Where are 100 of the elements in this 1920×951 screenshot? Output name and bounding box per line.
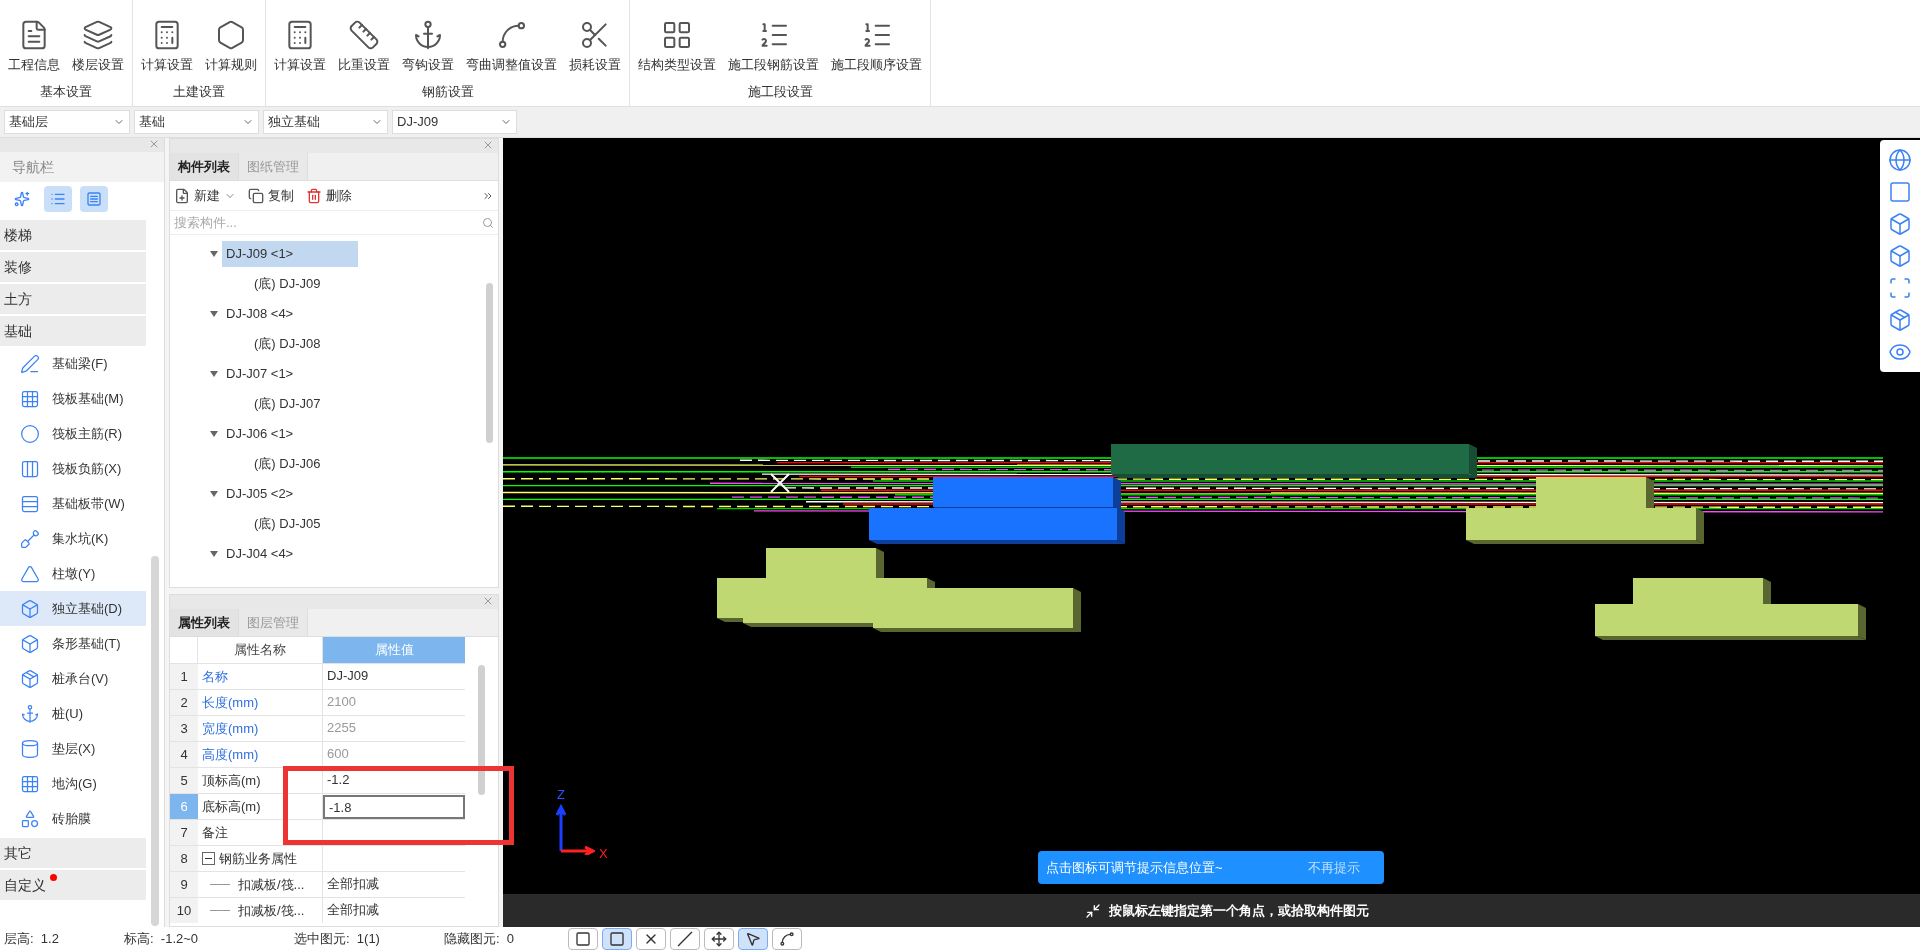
toolbar-button[interactable]: 复制 — [248, 185, 294, 206]
ribbon-button[interactable]: 比重设置 — [334, 18, 394, 74]
tree-item[interactable]: (底) DJ-J09 — [170, 269, 486, 299]
tree-item[interactable]: (底) DJ-J06 — [170, 449, 486, 479]
status-text: 选中图元: 1(1) — [293, 930, 381, 949]
tree-item[interactable]: DJ-J06 <1> — [222, 421, 298, 447]
property-value[interactable]: 全部扣减 — [323, 872, 383, 897]
nav-item[interactable]: 筏板主筋(R) — [0, 416, 146, 451]
nav-item[interactable]: 基础板带(W) — [0, 486, 146, 521]
snap-tool-button[interactable] — [738, 928, 768, 950]
row-number: 4 — [170, 742, 198, 767]
ribbon-button[interactable]: 施工段顺序设置 — [827, 18, 926, 74]
ribbon-button[interactable]: 弯钩设置 — [398, 18, 458, 74]
view-mode-icon[interactable] — [1888, 180, 1912, 204]
scrollbar-thumb[interactable] — [151, 556, 159, 926]
ribbon-button[interactable]: 楼层设置 — [68, 18, 128, 74]
view-toggle[interactable] — [44, 186, 72, 212]
view-toggle[interactable] — [80, 186, 108, 212]
panel-tab[interactable]: 属性列表 — [170, 609, 239, 636]
toolbar-button[interactable]: 新建 — [174, 185, 236, 206]
tree-item[interactable]: DJ-J07 <1> — [222, 361, 298, 387]
snap-tool-button[interactable] — [636, 928, 666, 950]
property-value[interactable]: DJ-J09 — [323, 664, 373, 689]
property-name: 钢筋业务属性 — [219, 849, 297, 868]
snap-icon — [745, 931, 761, 947]
tree-item[interactable]: (底) DJ-J07 — [170, 389, 486, 419]
nav-item[interactable]: 独立基础(D) — [0, 591, 146, 626]
snap-icon — [575, 931, 591, 947]
view-icon — [14, 191, 30, 207]
ribbon-button[interactable]: 弯曲调整值设置 — [462, 18, 561, 74]
ribbon-button[interactable]: 计算设置 — [270, 18, 330, 74]
dropdown[interactable]: DJ-J09 — [392, 110, 517, 134]
close-icon[interactable] — [482, 595, 494, 607]
row-number: 2 — [170, 690, 198, 715]
snap-tool-button[interactable] — [670, 928, 700, 950]
expand-caret-icon[interactable] — [210, 550, 218, 558]
nav-item[interactable]: 桩(U) — [0, 696, 146, 731]
nav-item[interactable]: 桩承台(V) — [0, 661, 146, 696]
nav-item[interactable]: 基础梁(F) — [0, 346, 146, 381]
nav-category[interactable]: 楼梯 — [0, 220, 146, 250]
toolbar-button[interactable]: 删除 — [306, 185, 352, 206]
property-name: 扣减板/筏... — [238, 875, 305, 894]
row-number: 7 — [170, 820, 198, 845]
ribbon-button[interactable]: 计算规则 — [201, 18, 261, 74]
tree-item[interactable]: DJ-J05 <2> — [222, 481, 298, 507]
tree-item[interactable]: (底) DJ-J05 — [170, 509, 486, 539]
nav-item[interactable]: 地沟(G) — [0, 766, 146, 801]
scrollbar-thumb[interactable] — [478, 665, 485, 795]
tree-item[interactable]: DJ-J04 <4> — [222, 541, 298, 567]
expand-caret-icon[interactable] — [210, 250, 218, 258]
view-mode-icon[interactable] — [1888, 308, 1912, 332]
nav-item[interactable]: 筏板基础(M) — [0, 381, 146, 416]
ribbon-button[interactable]: 损耗设置 — [565, 18, 625, 74]
ribbon-button[interactable]: 施工段钢筋设置 — [724, 18, 823, 74]
tree-item[interactable]: DJ-J08 <4> — [222, 301, 298, 327]
nav-item[interactable]: 条形基础(T) — [0, 626, 146, 661]
ribbon-button[interactable]: 计算设置 — [137, 18, 197, 74]
collapse-toggle-icon[interactable] — [202, 852, 215, 865]
dropdown[interactable]: 基础层 — [4, 110, 130, 134]
dropdown[interactable]: 独立基础 — [263, 110, 388, 134]
nav-item[interactable]: 筏板负筋(X) — [0, 451, 146, 486]
view-mode-icon[interactable] — [1888, 148, 1912, 172]
view-mode-icon[interactable] — [1888, 276, 1912, 300]
nav-item[interactable]: 集水坑(K) — [0, 521, 146, 556]
component-icon — [20, 703, 40, 724]
dropdown[interactable]: 基础 — [134, 110, 259, 134]
expand-caret-icon[interactable] — [210, 370, 218, 378]
panel-tab[interactable]: 构件列表 — [170, 153, 239, 180]
property-name: 底标高(m) — [202, 797, 261, 816]
scrollbar-thumb[interactable] — [486, 283, 493, 443]
property-value[interactable]: -1.8 — [323, 794, 465, 819]
nav-category[interactable]: 基础 — [0, 316, 146, 346]
nav-category[interactable]: 其它 — [0, 838, 146, 868]
tree-item[interactable]: (底) DJ-J08 — [170, 329, 486, 359]
snap-tool-button[interactable] — [704, 928, 734, 950]
search-field[interactable]: 搜索构件... — [174, 212, 482, 233]
ribbon-button[interactable]: 工程信息 — [4, 18, 64, 74]
view-mode-icon[interactable] — [1888, 212, 1912, 236]
nav-item[interactable]: 砖胎膜 — [0, 801, 146, 836]
nav-item[interactable]: 垫层(X) — [0, 731, 146, 766]
expand-caret-icon[interactable] — [210, 490, 218, 498]
snap-tool-button[interactable] — [568, 928, 598, 950]
property-value[interactable]: -1.2 — [323, 768, 354, 793]
snap-tool-button[interactable] — [772, 928, 802, 950]
nav-category[interactable]: 自定义 — [0, 870, 146, 900]
column-header: 属性值 — [323, 637, 465, 663]
expand-caret-icon[interactable] — [210, 310, 218, 318]
close-icon[interactable] — [482, 139, 494, 151]
property-value[interactable]: 全部扣减 — [323, 898, 383, 923]
group-label: 土建设置 — [172, 83, 226, 101]
nav-category[interactable]: 土方 — [0, 284, 146, 314]
view-mode-icon[interactable] — [1888, 244, 1912, 268]
row-number: 3 — [170, 716, 198, 741]
ribbon-button[interactable]: 结构类型设置 — [634, 18, 720, 74]
nav-category[interactable]: 装修 — [0, 252, 146, 282]
close-icon[interactable] — [148, 138, 160, 150]
tree-item[interactable]: DJ-J09 <1> — [222, 241, 358, 267]
nav-item[interactable]: 柱墩(Y) — [0, 556, 146, 591]
expand-caret-icon[interactable] — [210, 430, 218, 438]
3d-viewport[interactable]: Z X 点击图标可调节提示信息位置~ 不再提示 按鼠标左键指定第一个角点，或拾取构件图元 — [503, 138, 1920, 927]
